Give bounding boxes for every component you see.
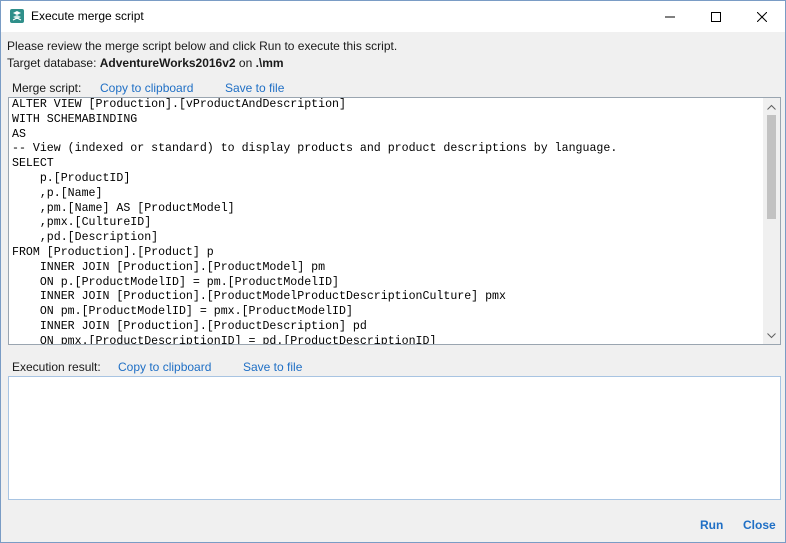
chevron-down-icon bbox=[767, 332, 776, 338]
target-database-line: Target database: AdventureWorks2016v2 on… bbox=[7, 55, 397, 72]
chevron-up-icon bbox=[767, 104, 776, 110]
execution-result-label: Execution result: bbox=[12, 360, 101, 374]
script-scrollbar[interactable] bbox=[763, 98, 780, 344]
instruction-text: Please review the merge script below and… bbox=[7, 39, 398, 53]
target-server-name: .\mm bbox=[255, 56, 284, 70]
scroll-up-button[interactable] bbox=[763, 98, 780, 115]
window-title: Execute merge script bbox=[31, 9, 144, 23]
execution-result-textarea[interactable] bbox=[8, 376, 781, 500]
scroll-down-button[interactable] bbox=[763, 327, 780, 344]
target-on: on bbox=[235, 56, 256, 70]
close-window-button[interactable] bbox=[739, 1, 785, 32]
merge-script-dialog: Execute merge script Please review the m… bbox=[0, 0, 786, 543]
close-icon bbox=[757, 11, 767, 22]
result-copy-to-clipboard-link[interactable]: Copy to clipboard bbox=[118, 360, 211, 374]
merge-save-to-file-link[interactable]: Save to file bbox=[225, 81, 284, 95]
maximize-button[interactable] bbox=[693, 1, 739, 32]
scrollbar-thumb[interactable] bbox=[767, 115, 776, 219]
merge-script-textarea[interactable]: ALTER VIEW [Production].[vProductAndDesc… bbox=[8, 97, 781, 345]
minimize-button[interactable] bbox=[647, 1, 693, 32]
merge-script-label: Merge script: bbox=[12, 81, 82, 95]
title-bar[interactable]: Execute merge script bbox=[1, 1, 785, 32]
info-text: Please review the merge script below and… bbox=[7, 38, 397, 72]
maximize-icon bbox=[711, 11, 721, 22]
target-prefix: Target database: bbox=[7, 56, 100, 70]
merge-script-code[interactable]: ALTER VIEW [Production].[vProductAndDesc… bbox=[12, 98, 617, 344]
app-logo-icon bbox=[9, 8, 25, 24]
result-save-to-file-link[interactable]: Save to file bbox=[243, 360, 302, 374]
target-database-name: AdventureWorks2016v2 bbox=[99, 56, 236, 70]
run-button[interactable]: Run bbox=[700, 518, 723, 532]
minimize-icon bbox=[665, 16, 675, 17]
merge-copy-to-clipboard-link[interactable]: Copy to clipboard bbox=[100, 81, 193, 95]
close-button[interactable]: Close bbox=[743, 518, 776, 532]
